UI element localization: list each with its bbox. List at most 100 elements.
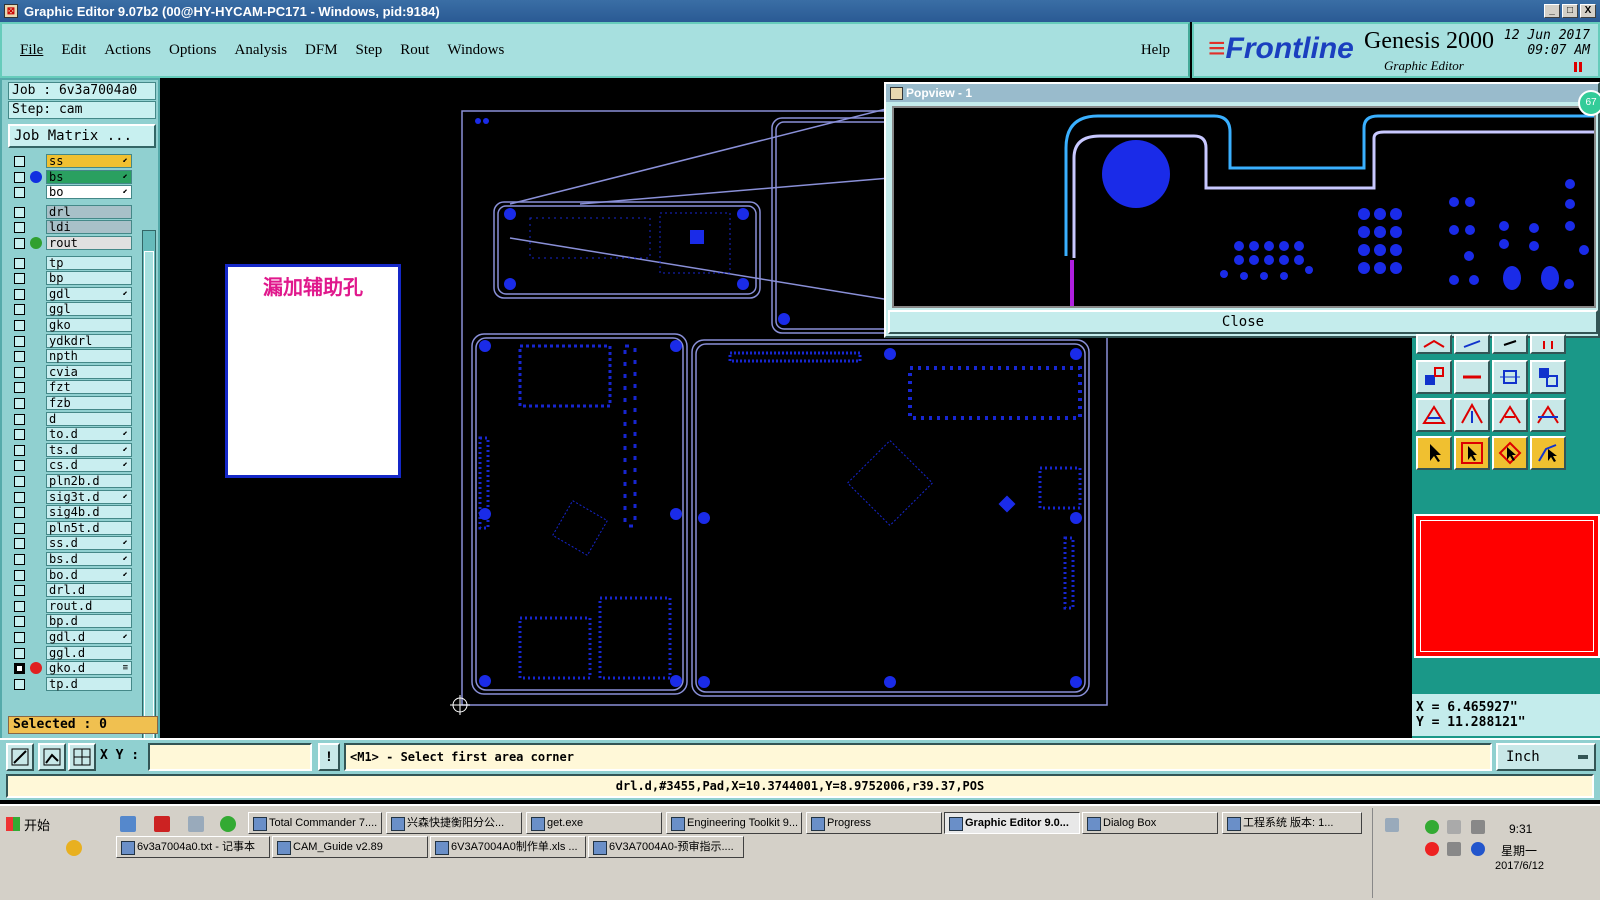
layer-row-ss-d[interactable]: ss.d ⬋: [8, 536, 138, 551]
layer-checkbox[interactable]: [14, 366, 25, 378]
unit-select[interactable]: Inch: [1496, 743, 1596, 771]
network-icon[interactable]: [1471, 820, 1485, 834]
layer-row-sig4b-d[interactable]: sig4b.d: [8, 505, 138, 520]
layer-checkbox[interactable]: [14, 351, 25, 363]
start-button[interactable]: 开始: [2, 812, 50, 836]
layer-row-drl-d[interactable]: drl.d: [8, 583, 138, 598]
layer-row-gdl-d[interactable]: gdl.d ⬋: [8, 630, 138, 645]
layer-color-dot-icon[interactable]: [30, 237, 42, 249]
quicklaunch-ie-icon[interactable]: [220, 816, 236, 832]
line-tool-icon[interactable]: [1454, 360, 1490, 394]
layer-name[interactable]: bp.d: [46, 614, 132, 629]
layer-name[interactable]: cs.d ⬋: [46, 458, 132, 473]
layer-name[interactable]: ggl: [46, 302, 132, 317]
command-button[interactable]: !: [318, 743, 340, 771]
snap-tool-icon[interactable]: [1416, 360, 1452, 394]
layer-name[interactable]: gko: [46, 318, 132, 332]
menu-edit[interactable]: Edit: [61, 42, 86, 59]
scroll-thumb[interactable]: [144, 251, 154, 771]
layer-row-ldi[interactable]: ldi: [8, 220, 138, 235]
layer-name[interactable]: pln5t.d: [46, 520, 132, 535]
layer-name[interactable]: ydkdrl: [46, 333, 132, 348]
minimize-button[interactable]: _: [1544, 4, 1560, 18]
layer-row-ggl[interactable]: ggl: [8, 302, 138, 317]
layer-checkbox[interactable]: [14, 382, 25, 394]
close-window-button[interactable]: X: [1580, 4, 1596, 18]
maximize-button[interactable]: □: [1562, 4, 1578, 18]
layer-checkbox[interactable]: [14, 647, 25, 659]
menu-rout[interactable]: Rout: [400, 42, 429, 59]
tool-top-3[interactable]: [1492, 334, 1528, 354]
layer-checkbox[interactable]: [14, 444, 25, 456]
layer-row-fzt[interactable]: fzt: [8, 380, 138, 395]
layer-row-pln2b-d[interactable]: pln2b.d: [8, 474, 138, 489]
layer-checkbox[interactable]: [14, 522, 25, 534]
layer-name[interactable]: tp.d: [46, 676, 132, 691]
menu-dfm[interactable]: DFM: [305, 42, 338, 59]
menu-step[interactable]: Step: [356, 42, 383, 59]
select-pointer-icon[interactable]: [1416, 436, 1452, 470]
layer-row-drl[interactable]: drl: [8, 204, 138, 220]
layer-name[interactable]: npth: [46, 349, 132, 364]
layer-checkbox[interactable]: [14, 554, 25, 565]
task-xls[interactable]: 6V3A7004A0制作单.xls ...: [430, 836, 586, 858]
layer-row-gdl[interactable]: gdl ⬋: [8, 286, 138, 302]
layer-name[interactable]: rout.d: [46, 598, 132, 613]
menu-analysis[interactable]: Analysis: [235, 42, 288, 59]
triangle-tool-4-icon[interactable]: [1530, 398, 1566, 432]
group-tool-icon[interactable]: [1530, 360, 1566, 394]
layer-checkbox[interactable]: [14, 476, 25, 487]
select-polygon-icon[interactable]: [1492, 436, 1528, 470]
tool-top-1[interactable]: [1416, 334, 1452, 354]
layer-row-bo-d[interactable]: bo.d ⬋: [8, 567, 138, 583]
layer-row-gko[interactable]: gko: [8, 318, 138, 333]
layer-name[interactable]: fzb: [46, 396, 132, 410]
layer-row-tp[interactable]: tp: [8, 255, 138, 271]
layer-color-dot-icon[interactable]: [30, 170, 42, 183]
layer-checkbox[interactable]: [14, 257, 25, 269]
layer-row-d[interactable]: d: [8, 411, 138, 427]
layer-row-cs-d[interactable]: cs.d ⬋: [8, 458, 138, 473]
layer-name[interactable]: cvia: [46, 364, 132, 379]
layer-name[interactable]: sig3t.d ⬋: [46, 489, 132, 504]
menu-file[interactable]: File: [20, 42, 43, 59]
layer-row-ts-d[interactable]: ts.d ⬋: [8, 442, 138, 458]
task-graphic-editor[interactable]: Graphic Editor 9.0...: [944, 812, 1080, 834]
layer-checkbox[interactable]: [14, 288, 25, 300]
task-total-commander[interactable]: Total Commander 7....: [248, 812, 382, 834]
layer-checkbox[interactable]: [14, 663, 25, 675]
layer-row-ydkdrl[interactable]: ydkdrl: [8, 333, 138, 349]
layer-row-rout[interactable]: rout: [8, 236, 138, 251]
volume-icon[interactable]: [1447, 842, 1461, 856]
xy-input[interactable]: [148, 743, 312, 771]
menu-help[interactable]: Help: [1141, 42, 1170, 59]
layer-name[interactable]: ggl.d: [46, 645, 132, 660]
tray-green-icon[interactable]: [1425, 820, 1439, 834]
layer-name[interactable]: fzt: [46, 380, 132, 395]
layer-name[interactable]: rout: [46, 236, 132, 250]
quicklaunch-icon[interactable]: [66, 840, 82, 856]
layer-row-bp-d[interactable]: bp.d: [8, 614, 138, 629]
tray-blue-icon[interactable]: [1471, 842, 1485, 856]
task-notepad[interactable]: 6v3a7004a0.txt - 记事本: [116, 836, 270, 858]
task-xingsen[interactable]: 兴森快捷衡阳分公...: [386, 812, 522, 834]
task-engineering-toolkit[interactable]: Engineering Toolkit 9...: [666, 812, 802, 834]
usb-icon[interactable]: [1447, 820, 1461, 834]
menu-windows[interactable]: Windows: [447, 42, 504, 59]
tool-top-4[interactable]: [1530, 334, 1566, 354]
layer-name[interactable]: gdl ⬋: [46, 286, 132, 301]
layer-row-bs-d[interactable]: bs.d ⬋: [8, 552, 138, 567]
grid-icon[interactable]: [68, 743, 96, 771]
layer-name[interactable]: to.d ⬋: [46, 427, 132, 442]
layer-name[interactable]: drl: [46, 204, 132, 219]
layer-name[interactable]: pln2b.d: [46, 474, 132, 488]
layer-checkbox[interactable]: [14, 335, 25, 347]
keyboard-icon[interactable]: [1385, 818, 1399, 832]
layer-checkbox[interactable]: [14, 320, 25, 331]
layer-checkbox[interactable]: [14, 585, 25, 597]
layer-name[interactable]: gdl.d ⬋: [46, 630, 132, 644]
layer-row-ggl-d[interactable]: ggl.d: [8, 645, 138, 661]
tray-red-icon[interactable]: [1425, 842, 1439, 856]
triangle-tool-3-icon[interactable]: [1492, 398, 1528, 432]
layer-row-npth[interactable]: npth: [8, 349, 138, 364]
